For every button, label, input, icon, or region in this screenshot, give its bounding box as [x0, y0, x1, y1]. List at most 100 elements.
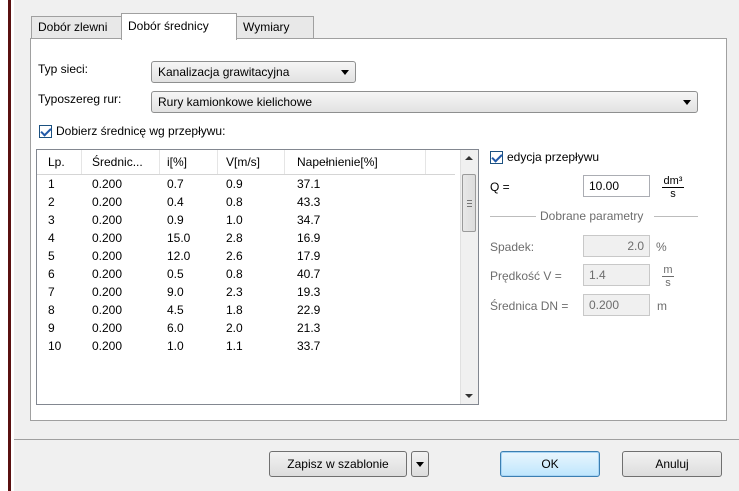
- scrollbar-thumb[interactable]: [462, 174, 476, 232]
- cell-slope: 0.7: [167, 177, 184, 191]
- ok-button[interactable]: OK: [500, 451, 600, 477]
- cell-fill: 19.3: [297, 285, 321, 299]
- col-divider[interactable]: [81, 150, 82, 174]
- speed-unit-numerator: m: [662, 264, 674, 277]
- cell-lp: 2: [48, 195, 55, 209]
- cell-lp: 8: [48, 303, 55, 317]
- network-type-value: Kanalizacja grawitacyjna: [158, 65, 290, 79]
- cell-diameter: 0.200: [92, 177, 123, 191]
- cell-slope: 15.0: [167, 231, 191, 245]
- tab-dobor-srednicy[interactable]: Dobór średnicy: [121, 13, 237, 40]
- speed-unit-denominator: s: [665, 277, 671, 289]
- cell-diameter: 0.200: [92, 321, 123, 335]
- table-header: Lp. Średnic... i[%] V[m/s] Napełnienie[%…: [37, 150, 455, 175]
- cell-diameter: 0.200: [92, 303, 123, 317]
- cell-slope: 0.9: [167, 213, 184, 227]
- tab-wymiary[interactable]: Wymiary: [236, 16, 314, 38]
- cell-lp: 6: [48, 267, 55, 281]
- grip-line: [467, 203, 472, 204]
- cell-velocity: 2.3: [226, 285, 243, 299]
- table-row[interactable]: 8 0.200 4.5 1.8 22.9: [37, 303, 455, 321]
- table-row[interactable]: 2 0.200 0.4 0.8 43.3: [37, 195, 455, 213]
- table-row[interactable]: 9 0.200 6.0 2.0 21.3: [37, 321, 455, 339]
- network-type-select[interactable]: Kanalizacja grawitacyjna: [151, 61, 356, 83]
- table-scrollbar[interactable]: [460, 150, 478, 404]
- table-row[interactable]: 1 0.200 0.7 0.9 37.1: [37, 177, 455, 195]
- col-divider[interactable]: [425, 150, 426, 174]
- cell-slope: 6.0: [167, 321, 184, 335]
- col-divider[interactable]: [284, 150, 285, 174]
- cell-fill: 40.7: [297, 267, 321, 281]
- col-header-fill[interactable]: Napełnienie[%]: [297, 155, 378, 169]
- edit-flow-label: edycja przepływu: [507, 150, 600, 164]
- cell-velocity: 0.8: [226, 195, 243, 209]
- cell-velocity: 1.8: [226, 303, 243, 317]
- q-unit-denominator: s: [670, 188, 676, 200]
- cell-lp: 9: [48, 321, 55, 335]
- scroll-up-arrow-icon[interactable]: [465, 156, 473, 160]
- cell-slope: 4.5: [167, 303, 184, 317]
- cell-slope: 0.5: [167, 267, 184, 281]
- diameter-table[interactable]: Lp. Średnic... i[%] V[m/s] Napełnienie[%…: [36, 149, 479, 405]
- diameter-label: Średnica DN =: [490, 299, 569, 313]
- cancel-button[interactable]: Anuluj: [622, 451, 722, 477]
- save-template-dropdown-button[interactable]: [411, 451, 429, 477]
- slope-unit: %: [656, 240, 667, 254]
- cell-velocity: 0.8: [226, 267, 243, 281]
- grip-line: [467, 206, 472, 207]
- chevron-down-icon: [416, 462, 424, 467]
- group-divider-right: [654, 216, 698, 217]
- col-divider[interactable]: [217, 150, 218, 174]
- q-input[interactable]: 10.00: [583, 175, 650, 197]
- cell-lp: 4: [48, 231, 55, 245]
- table-row[interactable]: 7 0.200 9.0 2.3 19.3: [37, 285, 455, 303]
- cell-lp: 7: [48, 285, 55, 299]
- col-divider[interactable]: [159, 150, 160, 174]
- grip-line: [467, 200, 472, 201]
- scroll-down-arrow-icon[interactable]: [465, 394, 473, 398]
- cell-velocity: 2.8: [226, 231, 243, 245]
- pipe-series-select[interactable]: Rury kamionkowe kielichowe: [151, 91, 698, 113]
- cell-slope: 0.4: [167, 195, 184, 209]
- cell-slope: 1.0: [167, 339, 184, 353]
- cell-diameter: 0.200: [92, 285, 123, 299]
- cell-diameter: 0.200: [92, 213, 123, 227]
- speed-unit: m s: [662, 264, 674, 289]
- table-row[interactable]: 6 0.200 0.5 0.8 40.7: [37, 267, 455, 285]
- cell-diameter: 0.200: [92, 231, 123, 245]
- slope-value: 2.0: [583, 235, 650, 257]
- cell-velocity: 2.0: [226, 321, 243, 335]
- table-row[interactable]: 5 0.200 12.0 2.6 17.9: [37, 249, 455, 267]
- edit-flow-checkbox[interactable]: [490, 151, 503, 164]
- pipe-series-value: Rury kamionkowe kielichowe: [158, 95, 313, 109]
- slope-label: Spadek:: [490, 240, 535, 254]
- speed-label: Prędkość V =: [490, 269, 562, 283]
- save-template-button[interactable]: Zapisz w szablonie: [269, 451, 407, 477]
- select-diameter-checkbox[interactable]: [39, 125, 52, 138]
- dialog: Dobór zlewni Dobór średnicy Wymiary Typ …: [14, 0, 739, 491]
- chevron-down-icon: [341, 70, 349, 75]
- cell-velocity: 1.1: [226, 339, 243, 353]
- cell-fill: 22.9: [297, 303, 321, 317]
- cell-fill: 33.7: [297, 339, 321, 353]
- footer-divider: [14, 439, 739, 440]
- diameter-unit: m: [657, 299, 667, 313]
- cell-fill: 21.3: [297, 321, 321, 335]
- tab-dobor-zlewni[interactable]: Dobór zlewni: [31, 16, 122, 38]
- col-header-slope[interactable]: i[%]: [167, 155, 187, 169]
- cell-fill: 16.9: [297, 231, 321, 245]
- col-header-diameter[interactable]: Średnic...: [92, 155, 143, 169]
- cell-fill: 17.9: [297, 249, 321, 263]
- diameter-value: 0.200: [583, 294, 650, 316]
- table-row[interactable]: 4 0.200 15.0 2.8 16.9: [37, 231, 455, 249]
- cell-fill: 34.7: [297, 213, 321, 227]
- table-row[interactable]: 10 0.200 1.0 1.1 33.7: [37, 339, 455, 357]
- table-row[interactable]: 3 0.200 0.9 1.0 34.7: [37, 213, 455, 231]
- col-header-lp[interactable]: Lp.: [48, 155, 65, 169]
- cell-fill: 37.1: [297, 177, 321, 191]
- cell-diameter: 0.200: [92, 339, 123, 353]
- cell-lp: 10: [48, 339, 62, 353]
- cell-velocity: 0.9: [226, 177, 243, 191]
- col-header-velocity[interactable]: V[m/s]: [226, 155, 260, 169]
- cell-fill: 43.3: [297, 195, 321, 209]
